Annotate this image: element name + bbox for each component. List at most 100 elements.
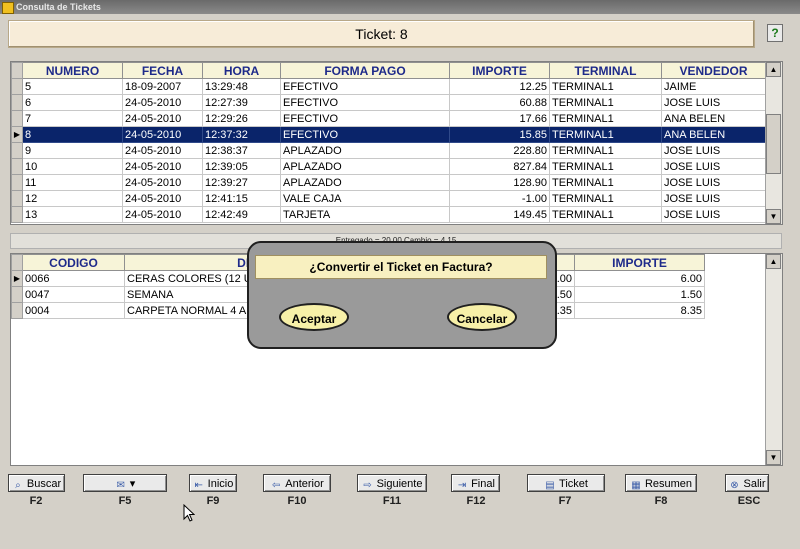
cell-terminal[interactable]: TERMINAL1 xyxy=(549,78,662,95)
cell-importe[interactable]: 12.25 xyxy=(449,78,550,95)
cell-codigo[interactable]: 0066 xyxy=(22,270,125,287)
col-codigo[interactable]: CODIGO xyxy=(22,254,125,271)
buscar-button[interactable]: ⌕ Buscar xyxy=(8,474,65,492)
cell-forma-pago[interactable]: TARJETA xyxy=(280,206,450,223)
col-forma-pago[interactable]: FORMA PAGO xyxy=(280,62,450,79)
table-row[interactable]: 6 24-05-2010 12:27:39 EFECTIVO 60.88 TERMINAL… xyxy=(11,94,766,111)
table-row[interactable]: 5 18-09-2007 13:29:48 EFECTIVO 12.25 TERMINAL… xyxy=(11,78,766,95)
cell-numero[interactable]: 12 xyxy=(22,190,123,207)
cell-hora[interactable]: 12:42:49 xyxy=(202,206,281,223)
cell-importe[interactable]: 128.90 xyxy=(449,174,550,191)
table-row[interactable]: 10 24-05-2010 12:39:05 APLAZADO 827.84 TERMIN… xyxy=(11,158,766,175)
cell-numero[interactable]: 8 xyxy=(22,126,123,143)
cell-forma-pago[interactable]: EFECTIVO xyxy=(280,78,450,95)
mail-dropdown-button[interactable]: ✉ ▾ xyxy=(83,474,167,492)
cell-importe[interactable]: 827.84 xyxy=(449,158,550,175)
cell-vendedor[interactable]: ANA BELEN xyxy=(661,126,766,143)
cell-hora[interactable]: 12:39:27 xyxy=(202,174,281,191)
cell-terminal[interactable]: TERMINAL1 xyxy=(549,142,662,159)
help-button[interactable]: ? xyxy=(767,24,783,42)
resumen-button[interactable]: ▦ Resumen xyxy=(625,474,697,492)
col-fecha[interactable]: FECHA xyxy=(122,62,203,79)
cell-numero[interactable]: 11 xyxy=(22,174,123,191)
cell-vendedor[interactable]: JOSE LUIS xyxy=(661,94,766,111)
cell-importe[interactable]: -1.00 xyxy=(449,190,550,207)
cell-importe[interactable]: 8.35 xyxy=(574,302,705,319)
cell-numero[interactable]: 5 xyxy=(22,78,123,95)
cell-vendedor[interactable]: JOSE LUIS xyxy=(661,190,766,207)
col-vendedor[interactable]: VENDEDOR xyxy=(661,62,766,79)
scroll-thumb[interactable] xyxy=(766,114,781,174)
cell-vendedor[interactable]: JOSE LUIS xyxy=(661,158,766,175)
cell-fecha[interactable]: 18-09-2007 xyxy=(122,78,203,95)
cell-terminal[interactable]: TERMINAL1 xyxy=(549,126,662,143)
table-row[interactable]: 12 24-05-2010 12:41:15 VALE CAJA -1.00 TERMIN… xyxy=(11,190,766,207)
scroll-up-icon[interactable]: ▲ xyxy=(766,62,781,77)
cell-importe[interactable]: 1.50 xyxy=(574,286,705,303)
cell-forma-pago[interactable]: EFECTIVO xyxy=(280,110,450,127)
cell-forma-pago[interactable]: APLAZADO xyxy=(280,174,450,191)
scroll-down-icon[interactable]: ▼ xyxy=(766,450,781,465)
tickets-scrollbar[interactable]: ▲ ▼ xyxy=(765,62,782,224)
cell-numero[interactable]: 6 xyxy=(22,94,123,111)
final-button[interactable]: ⇥ Final xyxy=(451,474,500,492)
table-row[interactable]: 11 24-05-2010 12:39:27 APLAZADO 128.90 TERMIN… xyxy=(11,174,766,191)
cell-importe[interactable]: 17.66 xyxy=(449,110,550,127)
cell-terminal[interactable]: TERMINAL1 xyxy=(549,206,662,223)
cell-numero[interactable]: 9 xyxy=(22,142,123,159)
cell-importe[interactable]: 15.85 xyxy=(449,126,550,143)
table-row[interactable]: 7 24-05-2010 12:29:26 EFECTIVO 17.66 TERMINAL… xyxy=(11,110,766,127)
cell-numero[interactable]: 7 xyxy=(22,110,123,127)
cell-hora[interactable]: 12:38:37 xyxy=(202,142,281,159)
cell-fecha[interactable]: 24-05-2010 xyxy=(122,206,203,223)
cell-importe[interactable]: 6.00 xyxy=(574,270,705,287)
cell-codigo[interactable]: 0047 xyxy=(22,286,125,303)
cell-importe[interactable]: 228.80 xyxy=(449,142,550,159)
col-numero[interactable]: NUMERO xyxy=(22,62,123,79)
cell-importe[interactable]: 60.88 xyxy=(449,94,550,111)
ticket-button[interactable]: ▤ Ticket xyxy=(527,474,605,492)
cell-terminal[interactable]: TERMINAL1 xyxy=(549,110,662,127)
cell-forma-pago[interactable]: VALE CAJA xyxy=(280,190,450,207)
lines-scrollbar[interactable]: ▲ ▼ xyxy=(765,254,782,465)
cell-forma-pago[interactable]: EFECTIVO xyxy=(280,94,450,111)
table-row[interactable]: ▶ 8 24-05-2010 12:37:32 EFECTIVO 15.85 TERMINA… xyxy=(11,126,766,143)
inicio-button[interactable]: ⇤ Inicio xyxy=(189,474,237,492)
scroll-up-icon[interactable]: ▲ xyxy=(766,254,781,269)
salir-button[interactable]: ⊗ Salir xyxy=(725,474,769,492)
cell-terminal[interactable]: TERMINAL1 xyxy=(549,158,662,175)
cell-terminal[interactable]: TERMINAL1 xyxy=(549,174,662,191)
cell-fecha[interactable]: 24-05-2010 xyxy=(122,142,203,159)
cell-fecha[interactable]: 24-05-2010 xyxy=(122,190,203,207)
cell-vendedor[interactable]: JOSE LUIS xyxy=(661,206,766,223)
cancel-button[interactable]: Cancelar xyxy=(447,303,517,331)
cell-hora[interactable]: 12:41:15 xyxy=(202,190,281,207)
table-row[interactable]: 13 24-05-2010 12:42:49 TARJETA 149.45 TERMINA… xyxy=(11,206,766,223)
tickets-grid[interactable]: NUMERO FECHA HORA FORMA PAGO IMPORTE TER… xyxy=(10,61,783,225)
cell-importe[interactable]: 149.45 xyxy=(449,206,550,223)
cell-terminal[interactable]: TERMINAL1 xyxy=(549,190,662,207)
cell-vendedor[interactable]: ANA BELEN xyxy=(661,110,766,127)
accept-button[interactable]: Aceptar xyxy=(279,303,349,331)
cell-fecha[interactable]: 24-05-2010 xyxy=(122,110,203,127)
siguiente-button[interactable]: ⇨ Siguiente xyxy=(357,474,427,492)
cell-forma-pago[interactable]: EFECTIVO xyxy=(280,126,450,143)
cell-hora[interactable]: 12:37:32 xyxy=(202,126,281,143)
cell-forma-pago[interactable]: APLAZADO xyxy=(280,142,450,159)
cell-hora[interactable]: 12:27:39 xyxy=(202,94,281,111)
cell-fecha[interactable]: 24-05-2010 xyxy=(122,94,203,111)
cell-hora[interactable]: 12:39:05 xyxy=(202,158,281,175)
cell-numero[interactable]: 13 xyxy=(22,206,123,223)
cell-fecha[interactable]: 24-05-2010 xyxy=(122,158,203,175)
col-terminal[interactable]: TERMINAL xyxy=(549,62,662,79)
cell-codigo[interactable]: 0004 xyxy=(22,302,125,319)
table-row[interactable]: 9 24-05-2010 12:38:37 APLAZADO 228.80 TERMINA… xyxy=(11,142,766,159)
col-importe-linea[interactable]: IMPORTE xyxy=(574,254,705,271)
anterior-button[interactable]: ⇦ Anterior xyxy=(263,474,331,492)
cell-fecha[interactable]: 24-05-2010 xyxy=(122,126,203,143)
cell-vendedor[interactable]: JOSE LUIS xyxy=(661,174,766,191)
cell-hora[interactable]: 12:29:26 xyxy=(202,110,281,127)
cell-forma-pago[interactable]: APLAZADO xyxy=(280,158,450,175)
cell-hora[interactable]: 13:29:48 xyxy=(202,78,281,95)
cell-fecha[interactable]: 24-05-2010 xyxy=(122,174,203,191)
